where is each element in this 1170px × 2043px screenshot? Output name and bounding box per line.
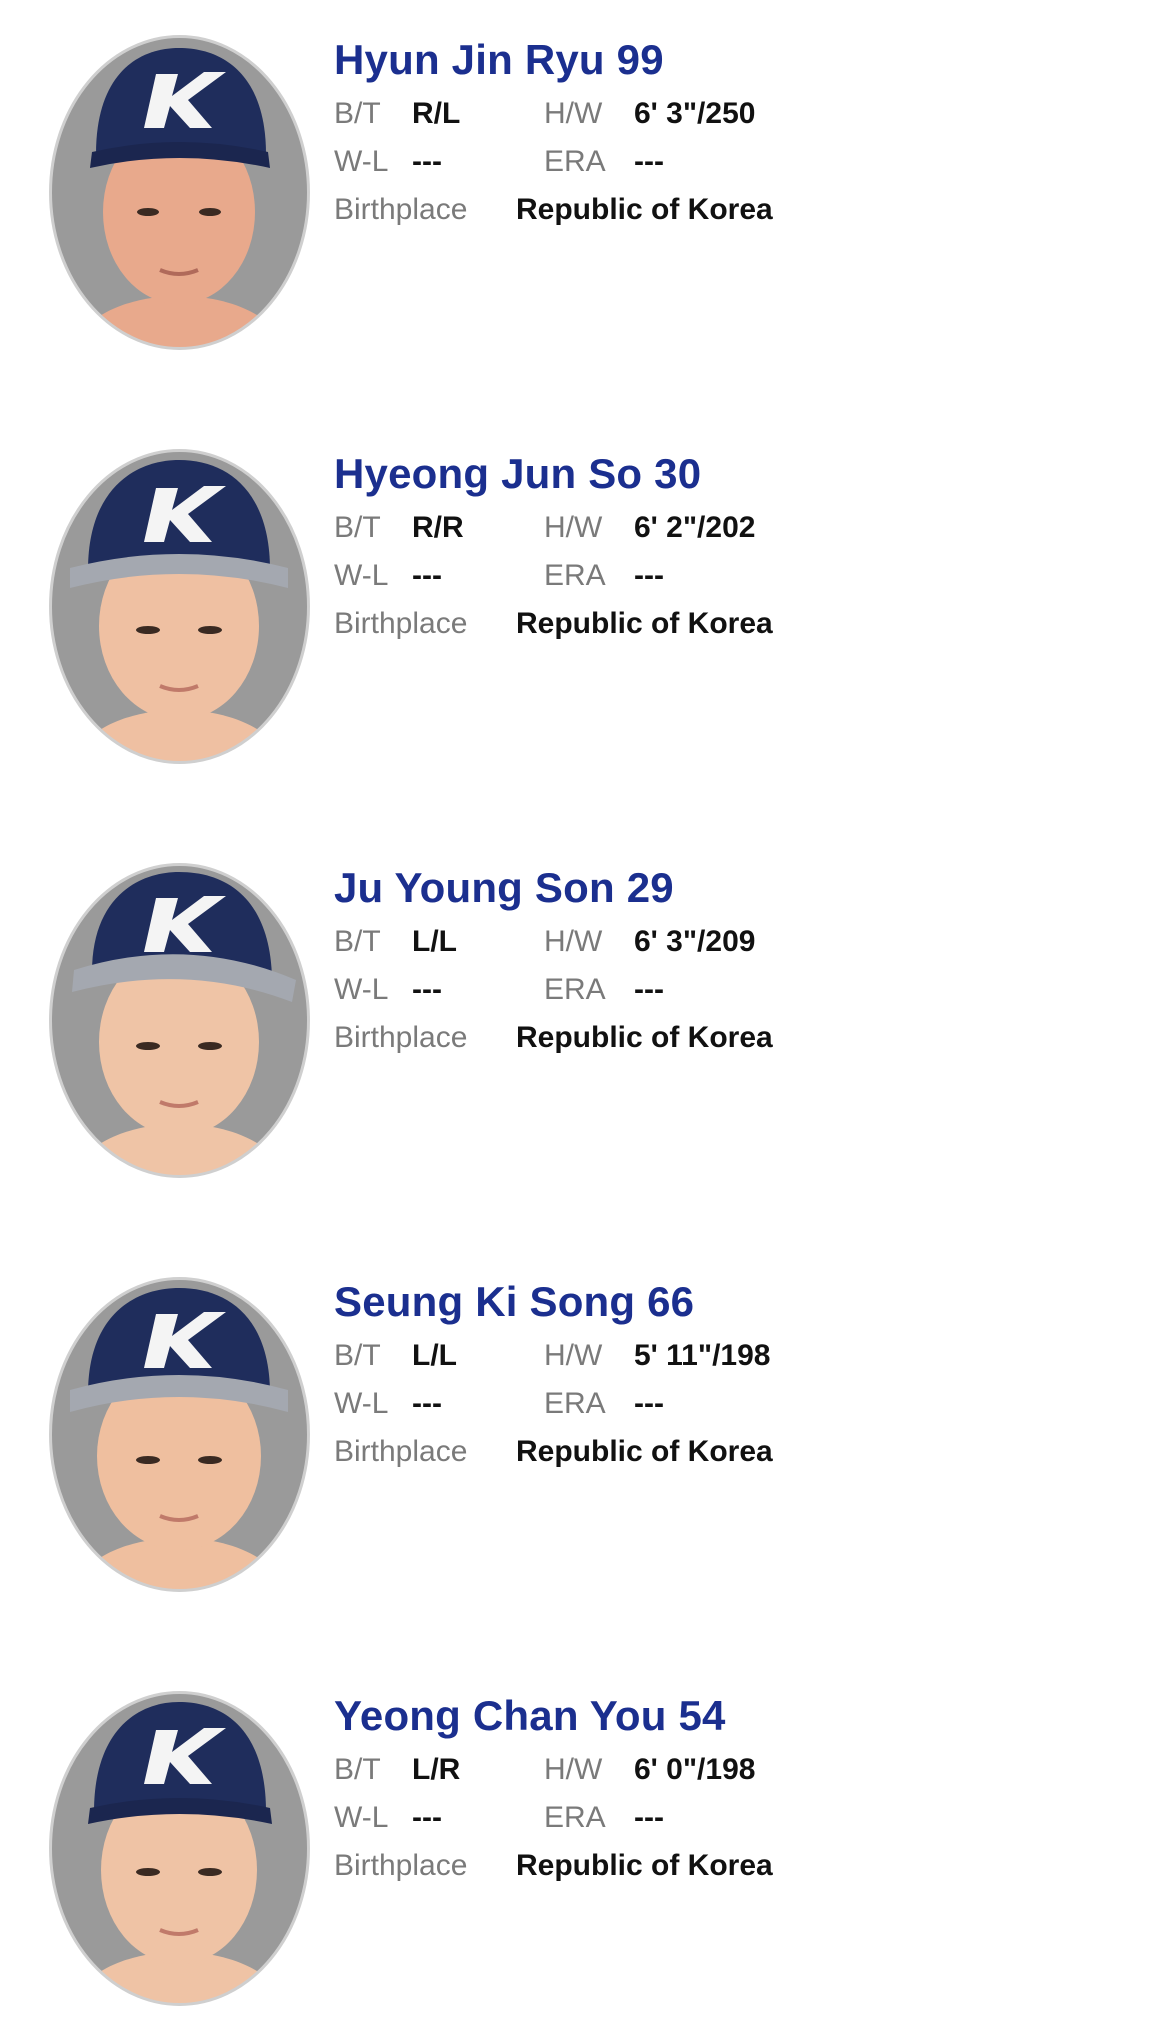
player-info: Hyeong Jun So 30 B/T R/R H/W 6' 2"/202 W…	[334, 444, 1134, 648]
era-label: ERA	[544, 1801, 606, 1834]
era-label: ERA	[544, 1387, 606, 1420]
player-name-link[interactable]: Ju Young Son 29	[334, 858, 1134, 918]
bt-label: B/T	[334, 511, 381, 544]
wl-value: ---	[412, 973, 442, 1006]
era-value: ---	[634, 1801, 664, 1834]
stat-row-birthplace: Birthplace Republic of Korea	[334, 1842, 1134, 1890]
birthplace-label: Birthplace	[334, 1435, 468, 1468]
player-headshot[interactable]	[48, 34, 311, 351]
wl-label: W-L	[334, 973, 389, 1006]
hw-label: H/W	[544, 1339, 603, 1372]
era-label: ERA	[544, 145, 606, 178]
player-name-link[interactable]: Seung Ki Song 66	[334, 1272, 1134, 1332]
hw-label: H/W	[544, 97, 603, 130]
stat-row-birthplace: Birthplace Republic of Korea	[334, 600, 1134, 648]
bt-label: B/T	[334, 97, 381, 130]
player-card[interactable]: Seung Ki Song 66 B/T L/L H/W 5' 11"/198 …	[0, 1242, 1170, 1592]
wl-value: ---	[412, 1801, 442, 1834]
stat-row-wl-era: W-L --- ERA ---	[334, 552, 1134, 600]
hw-value: 6' 3"/250	[634, 97, 756, 130]
wl-label: W-L	[334, 1387, 389, 1420]
stat-row-bt-hw: B/T L/L H/W 6' 3"/209	[334, 918, 1134, 966]
birthplace-value: Republic of Korea	[516, 1435, 773, 1468]
wl-label: W-L	[334, 559, 389, 592]
wl-label: W-L	[334, 145, 389, 178]
player-card[interactable]: Yeong Chan You 54 B/T L/R H/W 6' 0"/198 …	[0, 1656, 1170, 2006]
hw-value: 6' 2"/202	[634, 511, 756, 544]
player-name-link[interactable]: Hyeong Jun So 30	[334, 444, 1134, 504]
player-headshot[interactable]	[48, 1690, 311, 2007]
era-label: ERA	[544, 973, 606, 1006]
stat-row-wl-era: W-L --- ERA ---	[334, 1794, 1134, 1842]
birthplace-label: Birthplace	[334, 1021, 468, 1054]
bt-value: L/R	[412, 1753, 461, 1786]
hw-label: H/W	[544, 925, 603, 958]
birthplace-label: Birthplace	[334, 607, 468, 640]
hw-value: 6' 3"/209	[634, 925, 756, 958]
birthplace-label: Birthplace	[334, 193, 468, 226]
wl-label: W-L	[334, 1801, 389, 1834]
bt-label: B/T	[334, 1753, 381, 1786]
stat-row-bt-hw: B/T R/L H/W 6' 3"/250	[334, 90, 1134, 138]
player-headshot[interactable]	[48, 448, 311, 765]
bt-value: L/L	[412, 1339, 457, 1372]
player-info: Ju Young Son 29 B/T L/L H/W 6' 3"/209 W-…	[334, 858, 1134, 1062]
birthplace-value: Republic of Korea	[516, 1021, 773, 1054]
era-value: ---	[634, 973, 664, 1006]
wl-value: ---	[412, 145, 442, 178]
stat-row-birthplace: Birthplace Republic of Korea	[334, 1428, 1134, 1476]
birthplace-value: Republic of Korea	[516, 1849, 773, 1882]
player-roster-list: Hyun Jin Ryu 99 B/T R/L H/W 6' 3"/250 W-…	[0, 0, 1170, 2043]
era-label: ERA	[544, 559, 606, 592]
player-card[interactable]: Hyeong Jun So 30 B/T R/R H/W 6' 2"/202 W…	[0, 414, 1170, 764]
era-value: ---	[634, 1387, 664, 1420]
bt-value: L/L	[412, 925, 457, 958]
player-card[interactable]: Ju Young Son 29 B/T L/L H/W 6' 3"/209 W-…	[0, 828, 1170, 1178]
stat-row-wl-era: W-L --- ERA ---	[334, 1380, 1134, 1428]
player-card[interactable]: Hyun Jin Ryu 99 B/T R/L H/W 6' 3"/250 W-…	[0, 0, 1170, 350]
player-info: Hyun Jin Ryu 99 B/T R/L H/W 6' 3"/250 W-…	[334, 30, 1134, 234]
stat-row-wl-era: W-L --- ERA ---	[334, 138, 1134, 186]
era-value: ---	[634, 559, 664, 592]
player-name-link[interactable]: Hyun Jin Ryu 99	[334, 30, 1134, 90]
stat-row-birthplace: Birthplace Republic of Korea	[334, 186, 1134, 234]
stat-row-bt-hw: B/T L/R H/W 6' 0"/198	[334, 1746, 1134, 1794]
player-info: Seung Ki Song 66 B/T L/L H/W 5' 11"/198 …	[334, 1272, 1134, 1476]
era-value: ---	[634, 145, 664, 178]
bt-label: B/T	[334, 925, 381, 958]
player-info: Yeong Chan You 54 B/T L/R H/W 6' 0"/198 …	[334, 1686, 1134, 1890]
player-headshot[interactable]	[48, 862, 311, 1179]
stat-row-bt-hw: B/T L/L H/W 5' 11"/198	[334, 1332, 1134, 1380]
stat-row-wl-era: W-L --- ERA ---	[334, 966, 1134, 1014]
stat-row-birthplace: Birthplace Republic of Korea	[334, 1014, 1134, 1062]
stat-row-bt-hw: B/T R/R H/W 6' 2"/202	[334, 504, 1134, 552]
player-headshot[interactable]	[48, 1276, 311, 1593]
wl-value: ---	[412, 1387, 442, 1420]
hw-value: 5' 11"/198	[634, 1339, 771, 1372]
wl-value: ---	[412, 559, 442, 592]
bt-value: R/L	[412, 97, 461, 130]
birthplace-value: Republic of Korea	[516, 607, 773, 640]
hw-value: 6' 0"/198	[634, 1753, 756, 1786]
player-name-link[interactable]: Yeong Chan You 54	[334, 1686, 1134, 1746]
bt-value: R/R	[412, 511, 464, 544]
birthplace-label: Birthplace	[334, 1849, 468, 1882]
bt-label: B/T	[334, 1339, 381, 1372]
hw-label: H/W	[544, 511, 603, 544]
hw-label: H/W	[544, 1753, 603, 1786]
birthplace-value: Republic of Korea	[516, 193, 773, 226]
